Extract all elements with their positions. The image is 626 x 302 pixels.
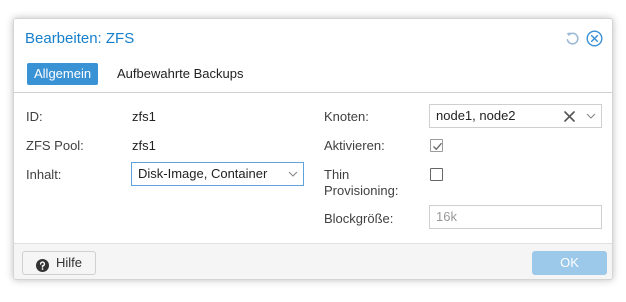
ok-button[interactable]: OK: [532, 251, 607, 275]
close-icon[interactable]: [586, 30, 603, 47]
nodes-label: Knoten:: [324, 109, 369, 124]
chevron-down-icon[interactable]: [586, 105, 596, 127]
dialog-header: Bearbeiten: ZFS: [14, 19, 612, 59]
dialog-title: Bearbeiten: ZFS: [25, 30, 135, 47]
zfs-pool-value: zfs1: [132, 138, 156, 153]
content-select[interactable]: Disk-Image, Container: [131, 162, 304, 186]
clear-icon[interactable]: [564, 105, 575, 127]
question-circle-icon: [36, 257, 49, 279]
thin-provisioning-checkbox[interactable]: [430, 168, 443, 181]
chevron-down-icon[interactable]: [288, 163, 298, 185]
thin-provisioning-label-line1: Thin: [324, 167, 350, 182]
id-value: zfs1: [132, 109, 156, 124]
enable-label: Aktivieren:: [324, 138, 385, 153]
id-label: ID:: [26, 109, 43, 124]
blocksize-input[interactable]: 16k: [429, 205, 602, 229]
tab-general[interactable]: Allgemein: [27, 63, 99, 85]
thin-provisioning-label-line2: Provisioning:: [324, 183, 399, 198]
reset-icon[interactable]: [564, 30, 581, 47]
tab-backup-retention[interactable]: Aufbewahrte Backups: [110, 63, 250, 85]
content-label: Inhalt:: [26, 167, 62, 182]
blocksize-label: Blockgröße:: [324, 211, 394, 226]
checkmark-icon: [433, 142, 442, 151]
help-button[interactable]: Hilfe: [22, 251, 96, 275]
dialog-footer: Hilfe OK: [14, 243, 612, 279]
edit-zfs-dialog: Bearbeiten: ZFS Allgemein Aufbewahrte Ba…: [13, 18, 613, 280]
help-button-label: Hilfe: [56, 255, 83, 270]
content-select-value: Disk-Image, Container: [138, 166, 268, 181]
tab-bar: Allgemein Aufbewahrte Backups: [14, 59, 612, 93]
blocksize-placeholder: 16k: [436, 209, 457, 224]
general-panel: ID: zfs1 ZFS Pool: zfs1 Inhalt: Disk-Ima…: [14, 93, 612, 243]
zfs-pool-label: ZFS Pool:: [26, 138, 84, 153]
enable-checkbox[interactable]: [430, 139, 443, 152]
nodes-select-value: node1, node2: [436, 108, 516, 123]
nodes-select[interactable]: node1, node2: [429, 104, 602, 128]
